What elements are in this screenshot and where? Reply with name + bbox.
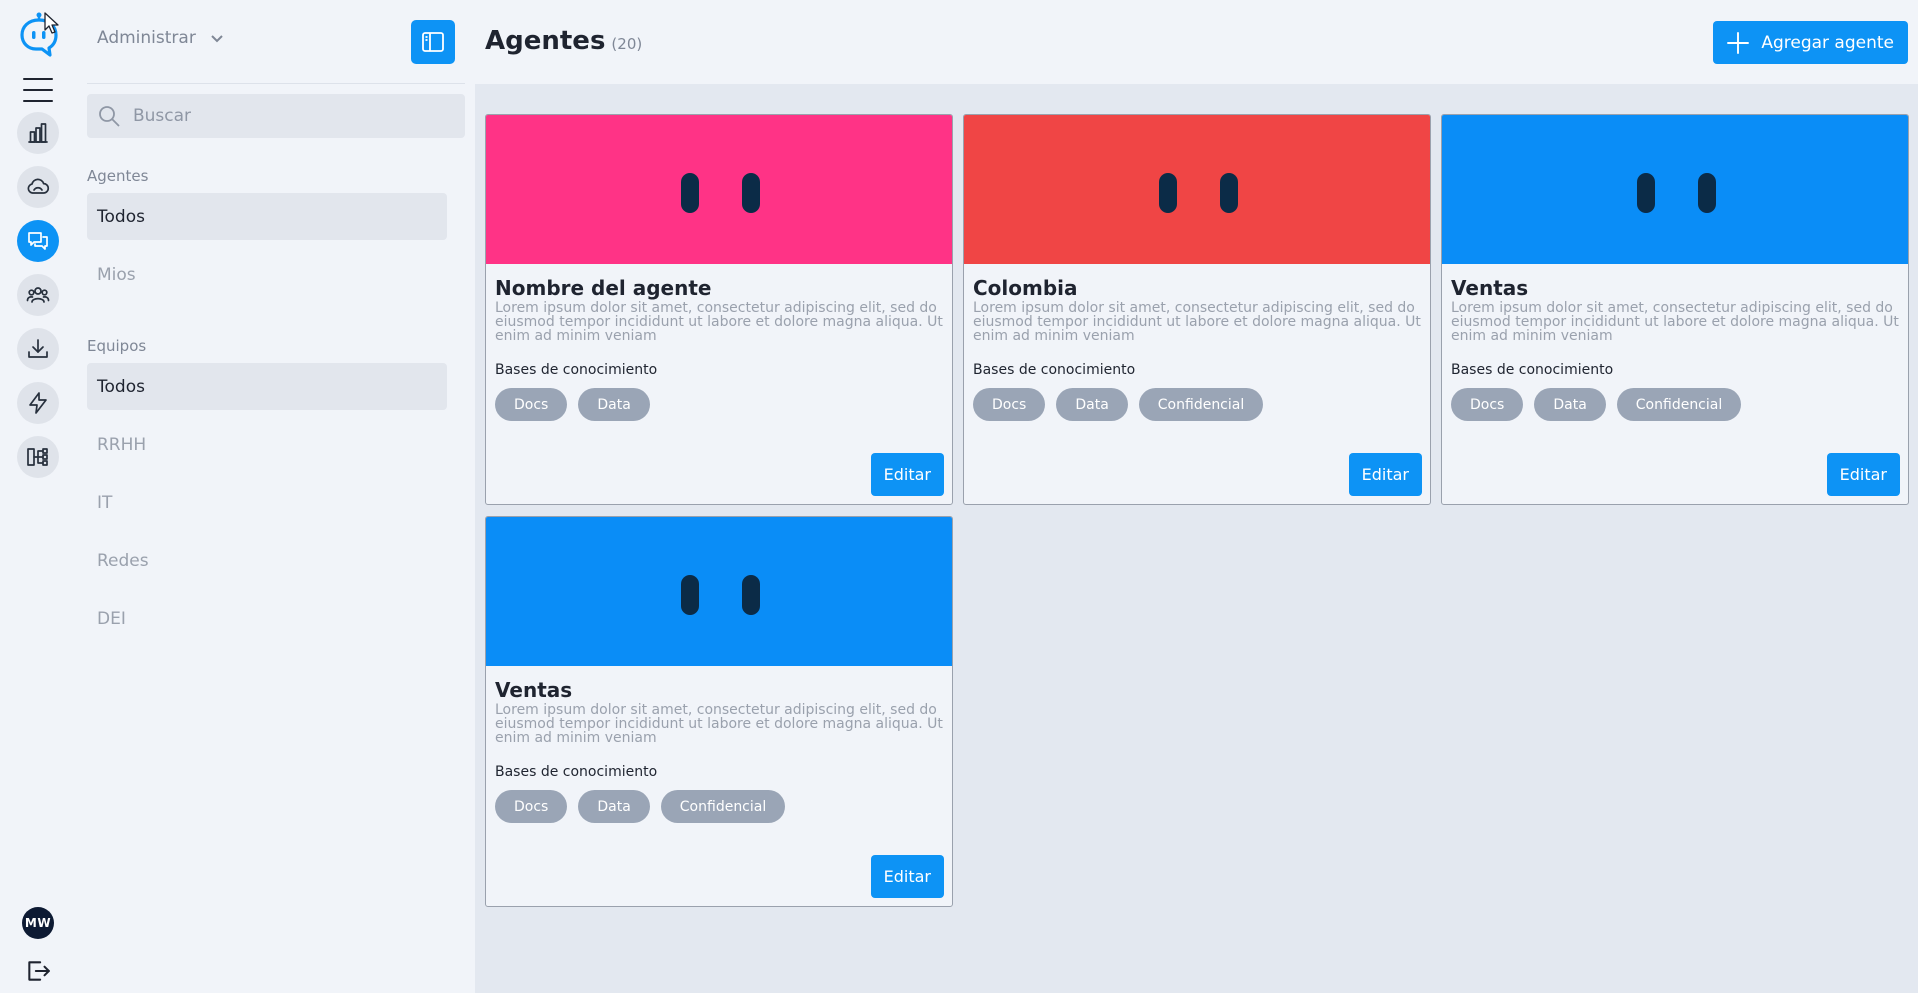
knowledge-base-tags: Docs Data Confidencial <box>495 790 786 823</box>
agent-eye-right <box>1220 173 1238 213</box>
cloud-icon <box>27 178 50 194</box>
agent-name: Ventas <box>495 678 573 702</box>
sidebar: Administrar Agentes Todos Mios Equipos T… <box>77 0 475 993</box>
page-title: Agentes (20) <box>485 26 642 56</box>
rail-actions-button[interactable] <box>17 382 59 424</box>
agent-avatar-banner <box>486 517 952 666</box>
workspace-label: Administrar <box>97 28 196 48</box>
plus-icon <box>1727 31 1750 54</box>
agent-eye-left <box>681 575 699 615</box>
knowledge-base-tags: Docs Data <box>495 388 650 421</box>
tag-data: Data <box>578 388 650 421</box>
rail-agents-button[interactable] <box>17 220 59 262</box>
rail-cloud-button[interactable] <box>17 166 59 208</box>
teams-filter-dei[interactable]: DEI <box>87 595 447 642</box>
agents-filter-mine[interactable]: Mios <box>87 251 447 298</box>
knowledge-bases-label: Bases de conocimiento <box>973 362 1136 378</box>
edit-agent-button[interactable]: Editar <box>870 855 944 898</box>
agent-description: Lorem ipsum dolor sit amet, consectetur … <box>973 300 1421 344</box>
rail-analytics-button[interactable] <box>17 112 59 154</box>
rail-flows-button[interactable] <box>17 436 59 478</box>
tag-data: Data <box>1534 388 1606 421</box>
agent-eye-left <box>1159 173 1177 213</box>
download-icon <box>28 339 48 358</box>
teams-filter-rrhh[interactable]: RRHH <box>87 421 447 468</box>
rail-users-button[interactable] <box>17 274 59 316</box>
knowledge-base-tags: Docs Data Confidencial <box>1451 388 1742 421</box>
agent-eye-right <box>742 173 760 213</box>
agent-description: Lorem ipsum dolor sit amet, consectetur … <box>495 300 943 344</box>
edit-agent-button[interactable]: Editar <box>1826 453 1900 496</box>
agent-card: Nombre del agente Lorem ipsum dolor sit … <box>485 114 953 505</box>
users-icon <box>26 287 50 303</box>
teams-section-label: Equipos <box>87 337 147 355</box>
menu-icon[interactable] <box>23 78 53 102</box>
tag-data: Data <box>1056 388 1128 421</box>
chat-icon <box>28 232 48 250</box>
agent-eye-left <box>1637 173 1655 213</box>
teams-filter-all[interactable]: Todos <box>87 363 447 410</box>
page-header: Agentes (20) Agregar agente <box>475 0 1918 84</box>
knowledge-base-tags: Docs Data Confidencial <box>973 388 1264 421</box>
panel-toggle-button[interactable] <box>411 20 455 64</box>
workspace-select[interactable]: Administrar <box>97 28 224 48</box>
search-icon <box>99 106 120 127</box>
logout-icon <box>28 961 50 981</box>
mouse-cursor-icon <box>44 12 59 34</box>
edit-agent-button[interactable]: Editar <box>870 453 944 496</box>
edit-agent-button[interactable]: Editar <box>1348 453 1422 496</box>
tag-docs: Docs <box>1451 388 1524 421</box>
agent-card: Ventas Lorem ipsum dolor sit amet, conse… <box>485 516 953 907</box>
agents-section-label: Agentes <box>87 167 149 185</box>
knowledge-bases-label: Bases de conocimiento <box>495 362 658 378</box>
teams-filter-redes[interactable]: Redes <box>87 537 447 584</box>
agent-name: Colombia <box>973 276 1078 300</box>
search-input[interactable] <box>133 106 433 126</box>
agent-description: Lorem ipsum dolor sit amet, consectetur … <box>495 702 943 746</box>
tag-confidencial: Confidencial <box>1138 388 1264 421</box>
agent-description: Lorem ipsum dolor sit amet, consectetur … <box>1451 300 1899 344</box>
icon-rail: MW <box>0 0 77 993</box>
agent-eye-left <box>681 173 699 213</box>
page-title-text: Agentes <box>485 26 606 56</box>
tag-docs: Docs <box>495 790 568 823</box>
avatar[interactable]: MW <box>22 907 54 939</box>
agent-card: Colombia Lorem ipsum dolor sit amet, con… <box>963 114 1431 505</box>
add-agent-label: Agregar agente <box>1761 32 1894 53</box>
agent-card: Ventas Lorem ipsum dolor sit amet, conse… <box>1441 114 1909 505</box>
tag-docs: Docs <box>973 388 1046 421</box>
logout-button[interactable] <box>25 958 51 984</box>
search-box[interactable] <box>87 94 465 138</box>
chevron-down-icon <box>211 35 223 43</box>
flow-icon <box>27 448 48 466</box>
agent-eye-right <box>742 575 760 615</box>
tag-confidencial: Confidencial <box>660 790 786 823</box>
sidebar-panel-icon <box>422 32 444 52</box>
agent-eye-right <box>1698 173 1716 213</box>
chart-icon <box>28 123 48 143</box>
knowledge-bases-label: Bases de conocimiento <box>495 764 658 780</box>
knowledge-bases-label: Bases de conocimiento <box>1451 362 1614 378</box>
agent-name: Ventas <box>1451 276 1529 300</box>
teams-filter-it[interactable]: IT <box>87 479 447 526</box>
agent-name: Nombre del agente <box>495 276 712 300</box>
rail-download-button[interactable] <box>17 328 59 370</box>
tag-data: Data <box>578 790 650 823</box>
agent-count: (20) <box>611 35 643 53</box>
tag-confidencial: Confidencial <box>1616 388 1742 421</box>
agents-filter-all[interactable]: Todos <box>87 193 447 240</box>
add-agent-button[interactable]: Agregar agente <box>1713 21 1908 64</box>
divider <box>87 83 465 84</box>
tag-docs: Docs <box>495 388 568 421</box>
lightning-icon <box>29 392 47 414</box>
agent-avatar-banner <box>486 115 952 264</box>
main-content: Agentes (20) Agregar agente Nombre del ag… <box>475 0 1918 993</box>
agent-avatar-banner <box>1442 115 1908 264</box>
agent-avatar-banner <box>964 115 1430 264</box>
